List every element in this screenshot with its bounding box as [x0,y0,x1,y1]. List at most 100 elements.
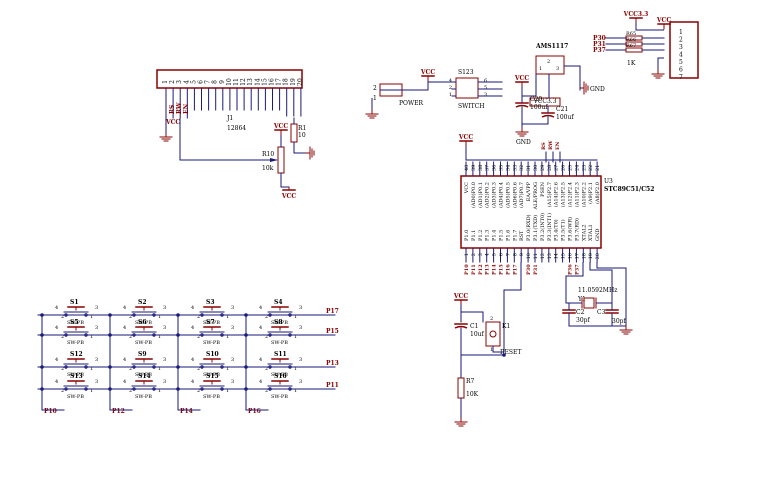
mcu-vcc-label: VCC [458,134,473,141]
key-pin-number: 3 [163,357,166,363]
key-switch-type: SW-PB [271,394,288,400]
key-pin-number: 4 [55,357,58,363]
header-pin-number: 6 [679,67,683,74]
c21-ref: C21 [556,106,568,113]
mcu-bottom-pin-label: P3.7(RD) [573,218,580,241]
mcu-top-pin-number: 22 [588,165,594,171]
keypad-junction [244,313,248,317]
regulator-gnd-bottom-label: GND [516,139,531,146]
reset-junction [502,353,506,357]
switch-pin: 3 [484,92,487,98]
key-switch-ref: S3 [206,299,215,306]
keypad-junction [176,313,180,317]
reset-key-body [485,321,501,347]
keypad-row-net: P13 [326,360,339,367]
key-switch-ref: S10 [206,351,219,358]
lcd-pin-number: 4 [183,80,190,84]
mcu-bottom-pin-number: 3 [478,253,484,256]
mcu-top-pin-number: 40 [464,165,470,171]
mcu-bottom-net: P15 [499,264,505,275]
mcu-top-pin-number: 37 [485,165,491,171]
keypad-junction [108,387,112,391]
mcu-bottom-pin-label: P3.0(RXD) [525,214,532,241]
key-switch-type: SW-PB [203,340,220,346]
keypad-col-net: P10 [44,408,57,415]
keypad-junction [244,333,248,337]
header-pin-number: 4 [679,52,683,59]
mcu-top-pin-label: (AD5)P0.5 [504,182,511,208]
keypad-junction [244,365,248,369]
key-switch-ref: S6 [138,319,147,326]
reset-key-pin: 2 [490,316,493,322]
switch-s123-body [455,77,479,99]
switch-pin: 1 [449,92,452,98]
lcd-pin-number: 8 [212,80,219,84]
lcd-pin-number: 11 [233,78,240,86]
mcu-top-pin-number: 36 [492,165,498,171]
reset-r7-ref: R7 [466,378,475,385]
mcu-top-pin-label: (A11)P2.3 [573,182,580,207]
mcu-top-pin-label: PSEN [540,181,546,196]
mcu-top-pin-label: (AD3)P0.3 [491,182,498,208]
keypad-junction [108,365,112,369]
key-pin-number: 3 [95,357,98,363]
keypad-col-net: P14 [180,408,193,415]
switch-ref: S123 [458,69,474,76]
r1-value: 10 [298,132,306,139]
lcd-pin-number: 9 [219,80,226,84]
mcu-top-pin-number: 31 [526,165,532,171]
r1-ref: R1 [298,125,306,132]
power-jack-pin2: 2 [373,85,377,92]
header-pin-number: 5 [679,59,683,66]
keypad-junction [40,365,44,369]
mcu-bottom-pin-number: 8 [512,253,518,256]
mcu-bottom-pin-number: 2 [471,253,477,256]
mcu-top-pin-number: 33 [512,165,518,171]
reset-key-button [489,330,497,338]
mcu-bottom-pin-number: 11 [533,253,539,259]
c3-value: 30pf [612,318,626,325]
key-switch-type: SW-PB [67,340,84,346]
lcd-net-rw: RW [176,102,183,114]
mcu-bottom-pin-number: 19 [588,253,594,259]
mcu-bottom-pin-label: P3.5(T1) [560,219,567,241]
mcu-bottom-net: P36 [568,264,574,275]
key-switch-type: SW-PB [135,340,152,346]
c21-value: 100uf [556,114,574,121]
lcd-net-en: EN [183,103,190,114]
key-pin-number: 3 [231,379,234,385]
key-switch-ref: S7 [206,319,215,326]
key-pin-number: 4 [191,325,194,331]
key-switch-type: SW-PB [203,394,220,400]
keypad-row-net: P17 [326,308,339,315]
switch-pin: 2 [449,85,452,91]
mcu-bottom-pin-number: 12 [540,253,546,259]
c20-ref: C20 [530,96,542,103]
key-pin-number: 4 [191,379,194,385]
mcu-bottom-net: P13 [485,264,491,275]
mcu-top-pin-label: (AD4)P0.4 [498,182,505,208]
pot-value: 10k [262,165,274,172]
lcd-ref: J1 [226,115,233,122]
header-vcc-label: VCC [656,17,671,24]
key-pin-number: 4 [123,305,126,311]
c20-value: 100uf [530,104,548,111]
mcu-bottom-pin-number: 18 [581,253,587,259]
key-pin-number: 4 [55,305,58,311]
r1-body [290,123,298,143]
mcu-top-pin-label: (A13)P2.5 [560,182,567,207]
mcu-bottom-pin-number: 6 [499,253,505,256]
mcu-bottom-pin-label: P3.4(T0) [553,219,560,241]
keypad-junction [244,387,248,391]
mcu-name: STC89C51/C52 [604,186,654,193]
mcu-bottom-pin-label: XTAL2 [581,224,587,241]
keypad-junction [176,333,180,337]
lcd-pin-number: 13 [247,78,254,86]
key-pin-number: 3 [95,325,98,331]
mcu-top-pin-label: (A8)P2.0 [594,182,601,204]
regulator-vcc-label: VCC [514,75,529,82]
key-pin-number: 4 [259,379,262,385]
header-res-value: 1K [627,60,636,67]
mcu-net-en: EN [555,141,561,150]
mcu-top-pin-label: ALE/PROG [533,182,539,211]
